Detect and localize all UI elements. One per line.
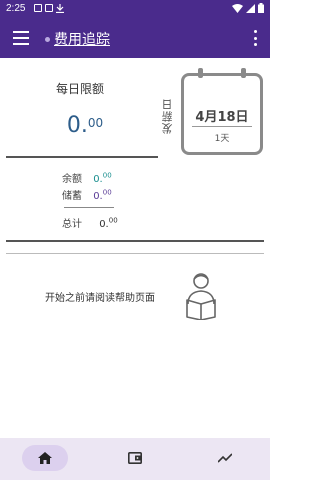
- payday-calendar[interactable]: 4月18日 1天: [181, 68, 263, 155]
- summary-divider: [64, 207, 114, 208]
- image-icon: [45, 4, 53, 12]
- signal-icon: [246, 3, 255, 13]
- total-dec: 00: [108, 216, 118, 225]
- section-divider-thin: [6, 253, 264, 254]
- balance-label: 余额: [62, 174, 82, 185]
- help-prompt-text[interactable]: 开始之前请阅读帮助页面: [45, 289, 155, 304]
- total-value: 0.00: [99, 216, 118, 230]
- section-divider: [6, 240, 264, 242]
- nav-wallet[interactable]: [112, 445, 158, 471]
- savings-row: 储蓄 0.00: [62, 187, 112, 202]
- trending-icon: [218, 453, 232, 463]
- download-icon: [56, 4, 64, 13]
- more-vert-icon[interactable]: [254, 30, 258, 46]
- wifi-icon: [232, 3, 243, 13]
- balance-value: 0.00: [93, 171, 112, 185]
- status-left-icons: [34, 4, 64, 13]
- app-bar: 费用追踪: [0, 18, 270, 58]
- payday-date: 4月18日: [195, 110, 249, 125]
- balance-dec: 00: [102, 171, 112, 180]
- savings-dec: 00: [102, 188, 112, 197]
- menu-icon[interactable]: [13, 31, 29, 45]
- total-int: 0.: [99, 219, 109, 230]
- bottom-navigation: [0, 438, 270, 480]
- home-icon: [38, 452, 52, 464]
- balance-row: 余额 0.00: [62, 170, 112, 185]
- payday-days-left: 1天: [214, 134, 230, 144]
- notification-box-icon: [34, 4, 42, 12]
- status-right-icons: [232, 3, 264, 13]
- payday-label: 发薪日: [161, 98, 174, 134]
- battery-icon: [258, 3, 264, 13]
- savings-int: 0.: [93, 191, 103, 202]
- calendar-ring: [198, 68, 203, 78]
- calendar-divider: [192, 126, 252, 127]
- total-label: 总计: [62, 219, 82, 230]
- savings-value: 0.00: [93, 188, 112, 202]
- nav-home[interactable]: [22, 445, 68, 471]
- calendar-ring: [241, 68, 246, 78]
- daily-amount-int: 0.: [66, 113, 88, 138]
- savings-label: 储蓄: [62, 191, 82, 202]
- divider: [6, 156, 158, 158]
- status-bar: 2:25: [0, 0, 270, 18]
- reader-icon[interactable]: [183, 270, 219, 320]
- daily-limit-label: 每日限额: [55, 82, 104, 96]
- wallet-icon: [128, 452, 142, 464]
- nav-trending[interactable]: [202, 445, 248, 471]
- balance-int: 0.: [93, 174, 103, 185]
- daily-limit-amount: 0.00: [30, 113, 140, 138]
- daily-amount-dec: 00: [87, 116, 104, 130]
- title-dot: [45, 37, 50, 42]
- total-row: 总计 0.00: [62, 215, 118, 230]
- status-time: 2:25: [6, 3, 26, 14]
- page-title[interactable]: 费用追踪: [54, 29, 110, 49]
